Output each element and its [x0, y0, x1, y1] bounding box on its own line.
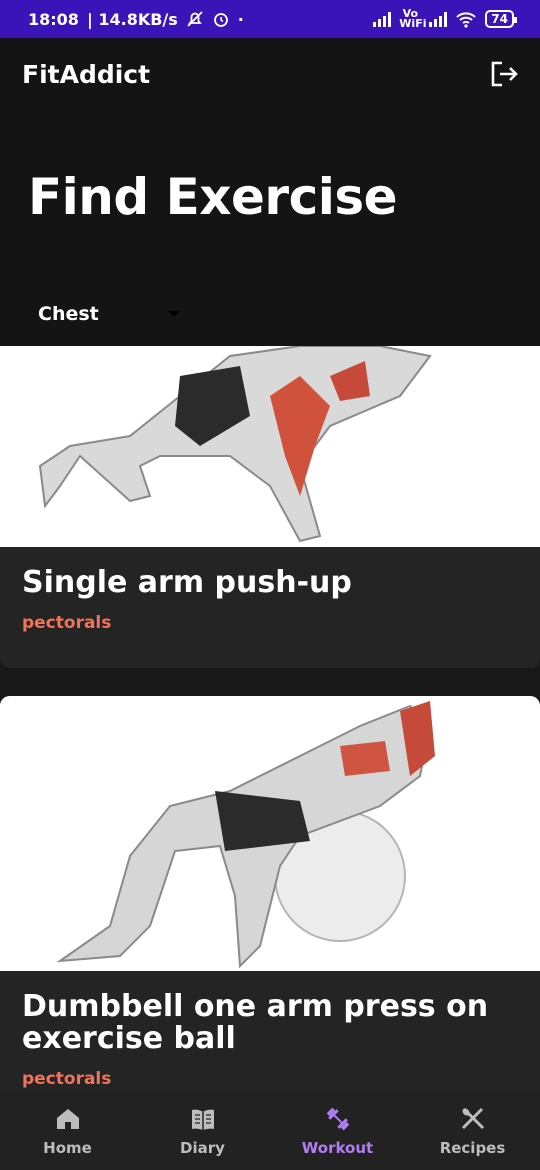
exercise-list[interactable]: Single arm push-up pectorals Dumbbell on… [0, 346, 540, 1092]
logout-icon[interactable] [488, 58, 520, 90]
exercise-target: pectorals [22, 1069, 112, 1089]
nav-label: Home [43, 1139, 92, 1157]
category-dropdown[interactable]: Chest [38, 300, 188, 328]
exercise-card[interactable]: Single arm push-up pectorals [0, 346, 540, 668]
dumbbell-icon [326, 1107, 349, 1131]
status-dot: · [237, 9, 244, 29]
nav-item-recipes[interactable]: Recipes [405, 1092, 540, 1170]
nav-item-diary[interactable]: Diary [135, 1092, 270, 1170]
status-time: 18:08 [28, 9, 79, 29]
exercise-card[interactable]: Dumbbell one arm press on exercise ball … [0, 696, 540, 1092]
bottom-nav: Home Diary Workout Recipes [0, 1092, 540, 1170]
nav-label: Recipes [439, 1139, 506, 1157]
utensils-icon [461, 1107, 484, 1130]
nav-label: Diary [180, 1139, 225, 1157]
nav-item-workout[interactable]: Workout [270, 1092, 405, 1170]
alarm-icon [213, 13, 228, 27]
exercise-illustration [0, 346, 540, 547]
page-title: Find Exercise [28, 168, 398, 226]
exercise-illustration [0, 696, 540, 971]
signal-icon-2 [429, 11, 448, 27]
wifi-icon [456, 12, 476, 28]
status-speed: | 14.8KB/s [86, 9, 178, 29]
exercise-target: pectorals [22, 613, 112, 633]
dropdown-arrow-icon [168, 311, 180, 317]
vowifi-label: Vo WiFi [399, 7, 427, 30]
category-dropdown-value: Chest [38, 303, 99, 325]
battery-icon: 74 [485, 10, 517, 28]
home-icon [56, 1109, 79, 1129]
book-icon [191, 1109, 214, 1130]
app-title: FitAddict [22, 60, 151, 89]
exercise-name: Dumbbell one arm press on exercise ball [22, 989, 489, 1056]
status-bar: 18:08 | 14.8KB/s · Vo WiFi 74 [0, 0, 540, 38]
signal-icon [373, 11, 392, 27]
nav-item-home[interactable]: Home [0, 1092, 135, 1170]
app-header: FitAddict Find Exercise Chest [0, 38, 540, 346]
mute-bell-icon [187, 11, 203, 27]
exercise-name: Single arm push-up [22, 565, 352, 600]
nav-label: Workout [301, 1139, 374, 1157]
